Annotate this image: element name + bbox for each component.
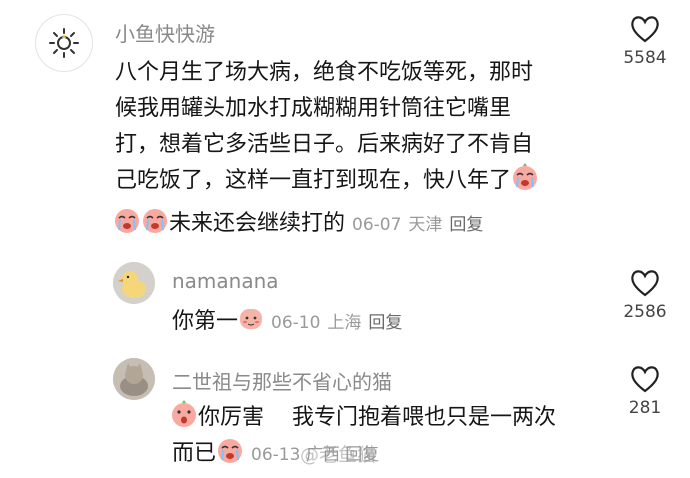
like-button[interactable]: 2586 <box>612 268 678 322</box>
crying-face-emoji <box>511 163 539 203</box>
reply-username[interactable]: namanana <box>172 269 279 293</box>
reply-text-line: 你第一 06-10 上海 回复 <box>172 304 402 344</box>
comment-username[interactable]: 小鱼快快游 <box>115 18 215 47</box>
watermark: @老鱼猫 <box>300 444 377 466</box>
like-count: 2586 <box>623 302 667 322</box>
reply-button[interactable]: 回复 <box>449 215 483 235</box>
comment-location: 天津 <box>408 215 443 235</box>
crying-face-emoji <box>141 206 169 246</box>
reply-location: 上海 <box>327 313 362 333</box>
shy-face-emoji <box>238 306 264 344</box>
heart-icon <box>631 270 659 297</box>
reply-text: 而已 <box>172 441 217 466</box>
sun-icon <box>49 28 79 58</box>
like-count: 281 <box>628 398 662 418</box>
heart-icon <box>631 16 659 43</box>
reply-text: 你第一 <box>172 309 239 334</box>
reply-text: 你厉害 <box>198 405 265 430</box>
reply-username[interactable]: 二世祖与那些不省心的猫 <box>172 366 392 395</box>
reply-button[interactable]: 回复 <box>368 313 402 333</box>
comment-text-line: 八个月生了场大病，绝食不吃饭等死，那时 <box>115 60 534 85</box>
crying-face-emoji <box>113 206 141 246</box>
like-button[interactable]: 281 <box>612 364 678 418</box>
reply-date: 06-10 <box>271 313 321 333</box>
crying-face-emoji <box>216 436 244 476</box>
surprised-face-emoji <box>170 400 198 440</box>
comment-text: 己吃饭了，这样一直打到现在，快八年了 <box>115 168 512 193</box>
reply-text: 我专门抱着喂也只是一两次 <box>292 405 557 430</box>
heart-icon <box>631 366 659 393</box>
comment-text: 未来还会继续打的 <box>169 211 346 236</box>
user-avatar-sun[interactable] <box>35 14 93 72</box>
cat-avatar-icon <box>113 358 155 400</box>
comment-text-line: 候我用罐头加水打成糊糊用针筒往它嘴里 <box>115 96 512 121</box>
comment-date: 06-07 <box>352 215 402 235</box>
comment-text-line: 打，想着它多活些日子。后来病好了不肯自 <box>115 132 534 157</box>
like-button[interactable]: 5584 <box>612 14 678 68</box>
reply-avatar[interactable] <box>113 262 155 304</box>
like-count: 5584 <box>623 48 667 68</box>
reply-text-line: 你厉害 我专门抱着喂也只是一两次 <box>170 400 556 440</box>
comment-text-line: 己吃饭了，这样一直打到现在，快八年了 <box>115 163 539 203</box>
comment-footer-line: 未来还会继续打的 06-07 天津 回复 <box>113 206 483 246</box>
reply-avatar[interactable] <box>113 358 155 400</box>
duck-avatar-icon <box>113 262 155 304</box>
